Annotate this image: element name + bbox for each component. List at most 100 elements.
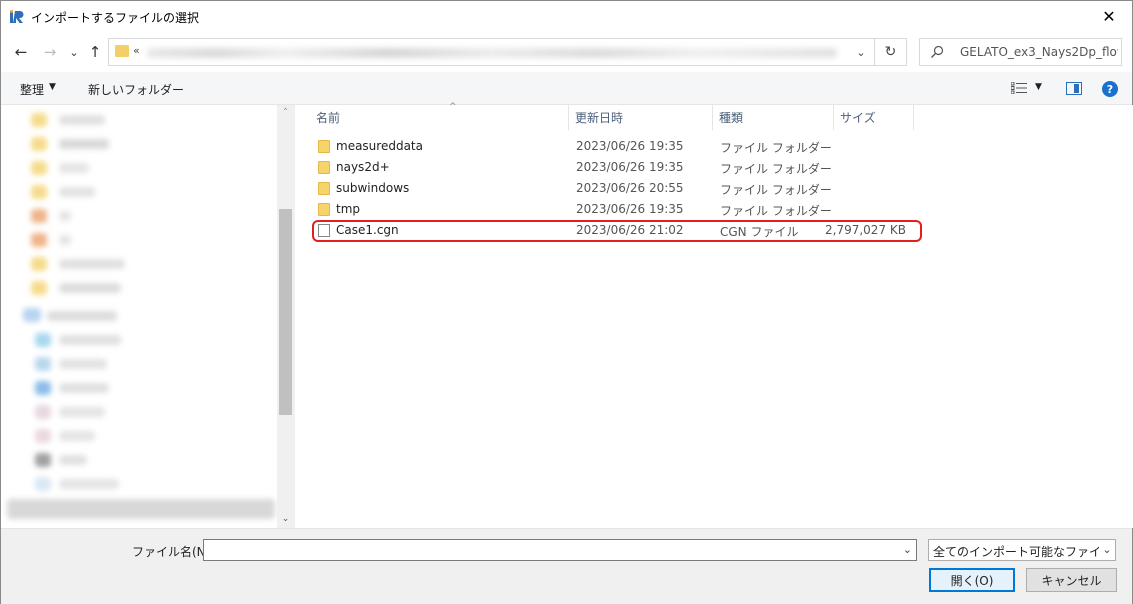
- file-date: 2023/06/26 19:35: [576, 139, 684, 153]
- nav-folder-icon: [31, 257, 47, 271]
- up-button[interactable]: ↑: [85, 42, 105, 62]
- address-overflow-chevron[interactable]: «: [133, 44, 140, 57]
- new-folder-button[interactable]: 新しいフォルダー: [88, 81, 184, 98]
- nav-item-blurred[interactable]: [59, 211, 71, 221]
- window-title: インポートするファイルの選択: [31, 11, 200, 25]
- file-type-filter-select[interactable]: 全てのインポート可能なファイル (*.a ⌄: [928, 539, 1116, 561]
- chevron-down-icon[interactable]: ⌄: [903, 543, 912, 556]
- column-header-name[interactable]: 名前 ^: [310, 102, 569, 130]
- file-date: 2023/06/26 20:55: [576, 181, 684, 195]
- table-row[interactable]: Case1.cgn 2023/06/26 21:02 CGN ファイル 2,79…: [310, 220, 918, 241]
- navigation-pane: ˄ ⌄: [1, 105, 294, 528]
- file-date: 2023/06/26 21:02: [576, 223, 684, 237]
- nav-item-blurred[interactable]: [59, 383, 109, 393]
- address-dropdown-button[interactable]: ⌄: [849, 39, 873, 65]
- nav-item-selected-blurred[interactable]: [7, 499, 275, 519]
- search-placeholder: GELATO_ex3_Nays2Dp_flow...: [960, 45, 1118, 59]
- nav-documents-icon: [35, 405, 51, 419]
- help-icon[interactable]: ?: [1102, 81, 1118, 97]
- chevron-down-icon[interactable]: ⌄: [1099, 540, 1115, 560]
- column-size-label: サイズ: [840, 111, 876, 125]
- column-header-type[interactable]: 種類: [713, 105, 834, 130]
- address-path-blurred: [147, 48, 837, 58]
- file-name: tmp: [336, 202, 361, 216]
- back-button[interactable]: ←: [11, 42, 31, 62]
- nav-folder-icon: [31, 113, 47, 127]
- column-name-label: 名前: [316, 111, 341, 125]
- close-button[interactable]: ✕: [1086, 1, 1132, 32]
- view-dropdown-arrow[interactable]: ▼: [1035, 82, 1042, 92]
- nav-scrollbar[interactable]: ˄ ⌄: [277, 105, 294, 528]
- file-name: nays2d+: [336, 160, 390, 174]
- navigation-row: ← → ⌄ ↑ « ⌄ ↻ GELATO_ex3_Nays2Dp_flow...: [1, 32, 1132, 72]
- view-details-icon[interactable]: [1011, 82, 1027, 94]
- file-type: ファイル フォルダー: [720, 141, 832, 155]
- nav-download-icon: [35, 357, 51, 371]
- table-row[interactable]: subwindows 2023/06/26 20:55 ファイル フォルダー: [310, 178, 918, 199]
- nav-item-blurred[interactable]: [59, 407, 105, 417]
- open-button[interactable]: 開く(O): [929, 568, 1015, 592]
- nav-pictures-icon: [35, 429, 51, 443]
- nav-item-blurred[interactable]: [59, 235, 71, 245]
- folder-icon: [115, 45, 129, 57]
- preview-pane-icon[interactable]: [1066, 82, 1082, 95]
- scroll-up-arrow[interactable]: ˄: [279, 105, 292, 121]
- nav-item-blurred[interactable]: [59, 283, 121, 293]
- file-name: subwindows: [336, 181, 410, 195]
- organize-dropdown-arrow[interactable]: ▼: [49, 82, 56, 92]
- file-date: 2023/06/26 19:35: [576, 160, 684, 174]
- nav-pc-icon: [23, 308, 41, 322]
- nav-3d-icon: [35, 333, 51, 347]
- file-list: 名前 ^ 更新日時 種類 サイズ measureddata 2023/06/26…: [295, 102, 1133, 528]
- nav-music-icon: [31, 209, 47, 223]
- nav-item-blurred[interactable]: [59, 335, 121, 345]
- nav-item-blurred[interactable]: [59, 455, 87, 465]
- file-open-dialog: インポートするファイルの選択 ✕ ← → ⌄ ↑ « ⌄ ↻ GELATO_ex…: [0, 0, 1133, 604]
- scroll-down-arrow[interactable]: ⌄: [279, 511, 292, 527]
- sort-ascending-icon: ^: [449, 102, 457, 112]
- folder-icon: [318, 182, 330, 195]
- file-name: measureddata: [336, 139, 423, 153]
- refresh-button[interactable]: ↻: [875, 39, 906, 65]
- nav-item-blurred[interactable]: [59, 259, 125, 269]
- filename-input[interactable]: ⌄: [203, 539, 917, 561]
- folder-icon: [318, 161, 330, 174]
- nav-item-blurred[interactable]: [59, 139, 109, 149]
- nav-item-blurred[interactable]: [59, 163, 89, 173]
- cancel-button[interactable]: キャンセル: [1026, 568, 1117, 592]
- iric-logo-icon: [10, 10, 24, 23]
- scroll-thumb[interactable]: [279, 209, 292, 415]
- address-bar[interactable]: « ⌄ ↻: [108, 38, 907, 66]
- nav-folder-icon: [31, 185, 47, 199]
- nav-item-blurred[interactable]: [59, 359, 107, 369]
- table-row[interactable]: measureddata 2023/06/26 19:35 ファイル フォルダー: [310, 136, 918, 157]
- table-row[interactable]: tmp 2023/06/26 19:35 ファイル フォルダー: [310, 199, 918, 220]
- nav-folder-icon: [31, 137, 47, 151]
- file-date: 2023/06/26 19:35: [576, 202, 684, 216]
- nav-item-blurred[interactable]: [59, 115, 105, 125]
- file-name: Case1.cgn: [336, 223, 399, 237]
- nav-item-blurred[interactable]: [59, 431, 95, 441]
- column-header-date[interactable]: 更新日時: [569, 105, 713, 130]
- nav-folder-icon: [31, 161, 47, 175]
- nav-desktop-icon: [35, 381, 51, 395]
- file-size: 2,797,027 KB: [825, 223, 906, 237]
- column-type-label: 種類: [719, 111, 744, 125]
- nav-item-blurred[interactable]: [47, 311, 117, 321]
- nav-video-icon: [35, 453, 51, 467]
- table-row[interactable]: nays2d+ 2023/06/26 19:35 ファイル フォルダー: [310, 157, 918, 178]
- search-icon: [931, 45, 944, 58]
- file-type: ファイル フォルダー: [720, 204, 832, 218]
- column-date-label: 更新日時: [575, 111, 624, 125]
- organize-button[interactable]: 整理: [20, 81, 44, 98]
- folder-icon: [318, 203, 330, 216]
- nav-item-blurred[interactable]: [59, 479, 119, 489]
- nav-drive-icon: [35, 477, 51, 491]
- column-header-size[interactable]: サイズ: [834, 105, 914, 130]
- document-icon: [318, 224, 330, 237]
- nav-item-blurred[interactable]: [59, 187, 95, 197]
- nav-music-icon: [31, 233, 47, 247]
- search-input[interactable]: GELATO_ex3_Nays2Dp_flow...: [919, 38, 1122, 66]
- recent-locations-button[interactable]: ⌄: [64, 42, 84, 62]
- forward-button[interactable]: →: [40, 42, 60, 62]
